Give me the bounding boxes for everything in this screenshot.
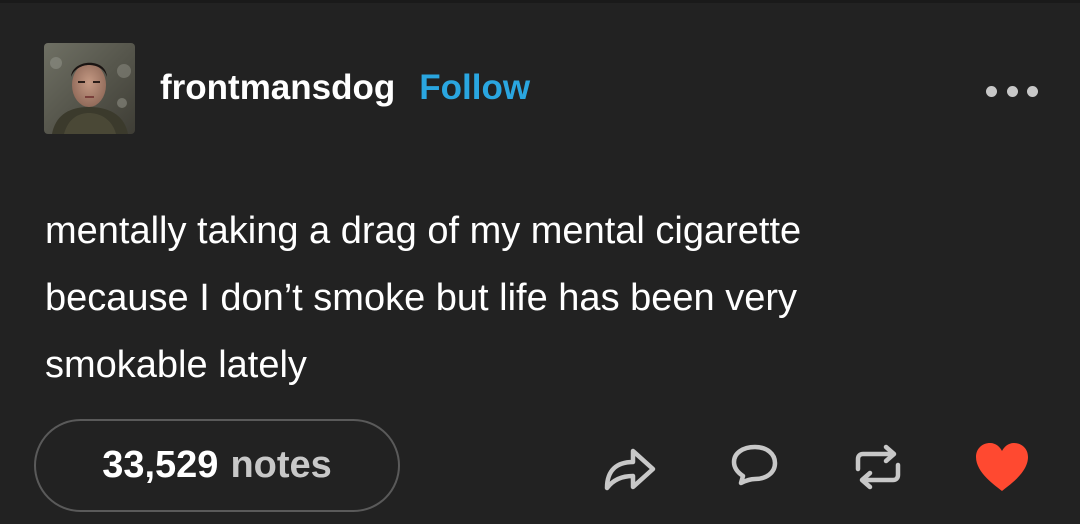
reply-icon: [731, 444, 778, 486]
reblog-icon: [855, 444, 901, 490]
username-link[interactable]: frontmansdog: [160, 68, 395, 108]
reblog-button[interactable]: [852, 443, 904, 491]
share-icon: [604, 448, 656, 491]
more-dot-icon: [1006, 85, 1018, 97]
more-options-button[interactable]: [986, 80, 1038, 102]
like-button[interactable]: [974, 441, 1030, 493]
share-button[interactable]: [601, 444, 657, 492]
more-dot-icon: [986, 85, 997, 97]
notes-label: notes: [230, 444, 332, 486]
notes-button[interactable]: 33,529 notes: [34, 419, 400, 512]
notes-count: 33,529: [102, 444, 219, 486]
more-dot-icon: [1027, 85, 1038, 97]
avatar[interactable]: [44, 42, 135, 134]
heart-icon: [976, 443, 1028, 491]
post-header: frontmansdog Follow: [44, 42, 530, 134]
avatar-image: [44, 42, 135, 134]
tumblr-post: frontmansdog Follow mentally taking a dr…: [0, 0, 1080, 524]
follow-button[interactable]: Follow: [419, 68, 530, 108]
reply-button[interactable]: [729, 443, 779, 491]
post-body-text: mentally taking a drag of my mental ciga…: [45, 210, 802, 386]
